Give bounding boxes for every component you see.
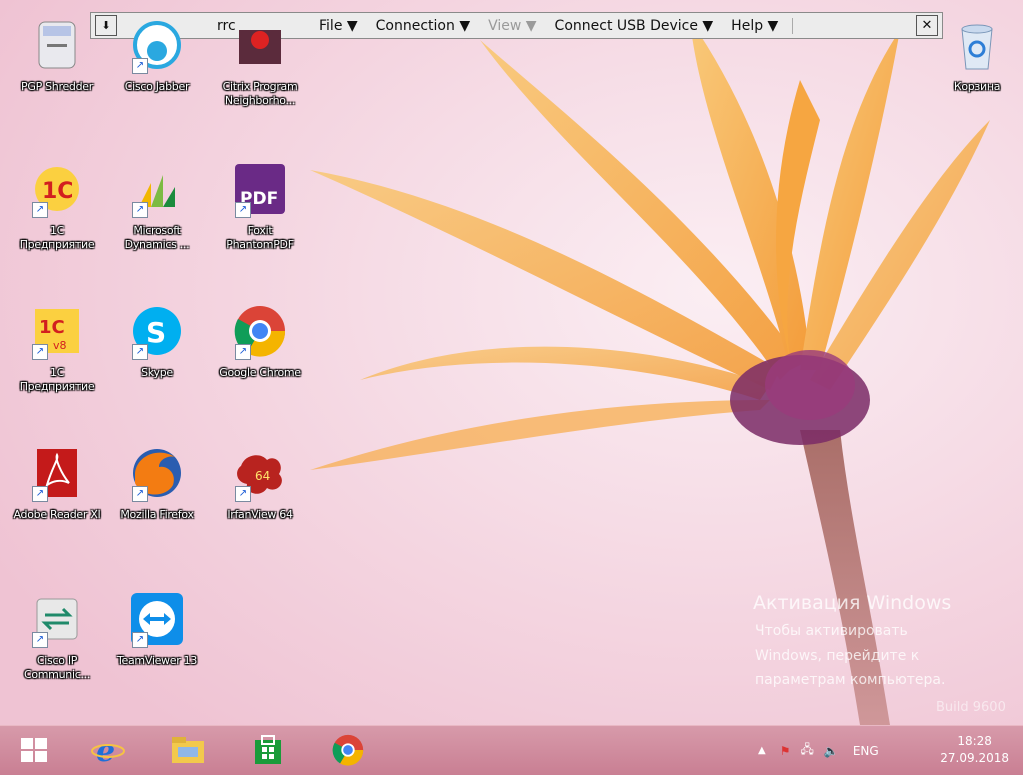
shortcut-arrow-icon: ↗ (132, 58, 148, 74)
desktop-icon-skype[interactable]: S ↗ Skype (114, 300, 200, 380)
shortcut-arrow-icon: ↗ (235, 202, 251, 218)
activation-title: Активация Windows (753, 592, 952, 614)
desktop-icon-recycle-bin[interactable]: Корзина (934, 14, 1020, 94)
action-center-flag-icon[interactable]: ⚑ (780, 744, 791, 758)
firefox-icon: ↗ (126, 442, 188, 504)
icon-label: Cisco IP Communic... (23, 654, 91, 681)
windows-icon (21, 738, 47, 762)
svg-text:e: e (96, 734, 115, 767)
toolbar-separator (792, 17, 794, 34)
ie-icon: e (91, 734, 125, 767)
desktop-icon-adobe-reader[interactable]: ↗ Adobe Reader XI (13, 442, 101, 522)
build-number: Build 9600 (936, 700, 1006, 715)
taskbar-chrome[interactable] (326, 730, 370, 770)
svg-text:v8: v8 (53, 339, 67, 352)
desktop-icon-foxit[interactable]: PDF ↗ Foxit PhantomPDF (217, 158, 303, 252)
jabber-icon: ↗ (126, 14, 188, 76)
menu-connect-usb[interactable]: Connect USB Device ▼ (555, 18, 714, 34)
activation-line1: Чтобы активировать (755, 623, 908, 639)
adobe-reader-icon: ↗ (26, 442, 88, 504)
icon-label: 1С Предприятие (19, 224, 95, 251)
svg-text:1С: 1С (42, 179, 73, 204)
shortcut-arrow-icon: ↗ (132, 632, 148, 648)
icon-label: TeamViewer 13 (116, 654, 198, 667)
skype-icon: S ↗ (126, 300, 188, 362)
language-indicator[interactable]: ENG (853, 744, 879, 758)
cisco-ip-icon: ↗ (26, 588, 88, 650)
icon-label: Google Chrome (219, 366, 301, 379)
desktop-icon-irfanview[interactable]: 64 ↗ IrfanView 64 (217, 442, 303, 522)
desktop: ⬇ rrc File ▼ Connection ▼ View ▼ Connect… (0, 0, 1023, 725)
desktop-icon-cisco-ip-communicator[interactable]: ↗ Cisco IP Communic... (14, 588, 100, 682)
desktop-icon-pgp-shredder[interactable]: PGP Shredder (14, 14, 100, 94)
taskbar-internet-explorer[interactable]: e (86, 730, 130, 770)
taskbar-store[interactable] (246, 730, 290, 770)
chrome-icon (332, 734, 364, 766)
chrome-icon: ↗ (229, 300, 291, 362)
shortcut-arrow-icon: ↗ (132, 344, 148, 360)
svg-text:1С: 1С (39, 317, 65, 338)
icon-label: Adobe Reader XI (13, 508, 101, 521)
shortcut-arrow-icon: ↗ (235, 344, 251, 360)
volume-icon[interactable]: 🔈 (824, 744, 839, 758)
irfanview-icon: 64 ↗ (229, 442, 291, 504)
desktop-icon-ms-dynamics[interactable]: ↗ Microsoft Dynamics ... (114, 158, 200, 252)
store-icon (255, 735, 281, 764)
start-button[interactable] (12, 730, 56, 770)
citrix-icon (229, 14, 291, 76)
icon-label: Cisco Jabber (124, 80, 190, 93)
desktop-icon-1c[interactable]: 1С ↗ 1С Предприятие (14, 158, 100, 252)
desktop-icon-citrix[interactable]: Citrix Program Neighborho... (217, 14, 303, 108)
shortcut-arrow-icon: ↗ (32, 632, 48, 648)
icon-label: Корзина (953, 80, 1001, 93)
activation-line2: Windows, перейдите к (755, 648, 920, 664)
shortcut-arrow-icon: ↗ (132, 486, 148, 502)
icon-label: Skype (141, 366, 173, 379)
clock-date: 27.09.2018 (940, 751, 1009, 765)
shortcut-arrow-icon: ↗ (32, 202, 48, 218)
icon-label: Microsoft Dynamics ... (124, 224, 190, 251)
clock[interactable]: 18:28 27.09.2018 (940, 733, 1009, 767)
1c-icon: 1С ↗ (26, 158, 88, 220)
clock-time: 18:28 (957, 734, 992, 748)
icon-label: Foxit PhantomPDF (226, 224, 294, 251)
recycle-bin-icon (946, 14, 1008, 76)
shortcut-arrow-icon: ↗ (32, 486, 48, 502)
teamviewer-icon: ↗ (126, 588, 188, 650)
shortcut-arrow-icon: ↗ (235, 486, 251, 502)
svg-text:64: 64 (255, 469, 270, 483)
foxit-pdf-icon: PDF ↗ (229, 158, 291, 220)
menu-file[interactable]: File ▼ (319, 18, 358, 34)
system-tray: ▲ ⚑ 🖧 🔈 ENG (758, 726, 879, 775)
desktop-icon-chrome[interactable]: ↗ Google Chrome (217, 300, 303, 380)
desktop-icon-1c-v8[interactable]: 1С v8 ↗ 1С Предприятие (14, 300, 100, 394)
desktop-icon-firefox[interactable]: ↗ Mozilla Firefox (114, 442, 200, 522)
menu-connection[interactable]: Connection ▼ (376, 18, 470, 34)
folder-icon (172, 737, 204, 763)
desktop-icon-cisco-jabber[interactable]: ↗ Cisco Jabber (114, 14, 200, 94)
taskbar-file-explorer[interactable] (166, 730, 210, 770)
shredder-icon (26, 14, 88, 76)
taskbar: e ▲ ⚑ 🖧 🔈 ENG 18:28 27.09.2018 (0, 725, 1023, 775)
menu-help[interactable]: Help ▼ (731, 18, 778, 34)
svg-text:S: S (146, 316, 166, 349)
activation-line3: параметрам компьютера. (755, 672, 946, 688)
network-icon[interactable]: 🖧 (800, 740, 813, 761)
icon-label: Citrix Program Neighborho... (222, 80, 298, 107)
show-hidden-icons-icon[interactable]: ▲ (758, 745, 766, 756)
menu-view: View ▼ (488, 17, 537, 34)
icon-label: PGP Shredder (21, 80, 93, 93)
icon-label: Mozilla Firefox (120, 508, 194, 521)
shortcut-arrow-icon: ↗ (132, 202, 148, 218)
1c-v8-icon: 1С v8 ↗ (26, 300, 88, 362)
icon-label: IrfanView 64 (227, 508, 293, 521)
dynamics-icon: ↗ (126, 158, 188, 220)
icon-label: 1С Предприятие (19, 366, 95, 393)
desktop-icon-teamviewer[interactable]: ↗ TeamViewer 13 (114, 588, 200, 668)
toolbar-menu: File ▼ Connection ▼ View ▼ Connect USB D… (319, 18, 778, 34)
shortcut-arrow-icon: ↗ (32, 344, 48, 360)
